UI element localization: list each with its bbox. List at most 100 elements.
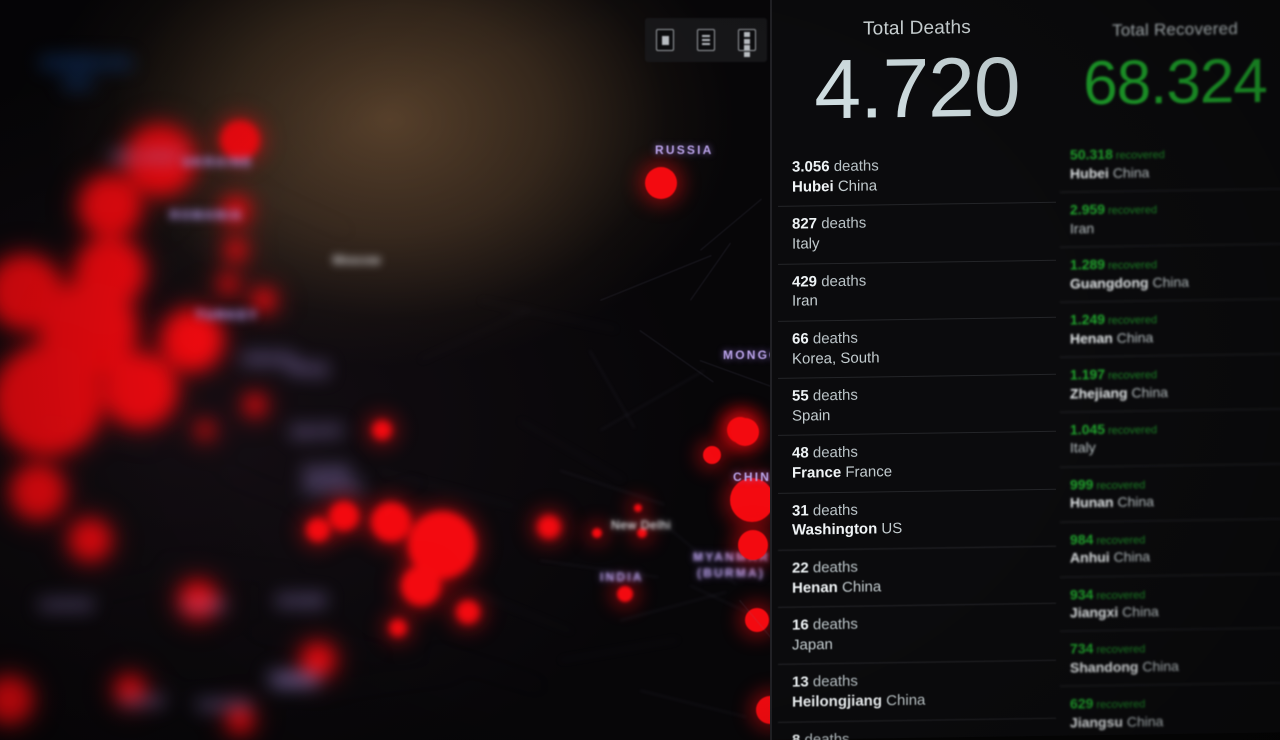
stat-row-location: Hunan China <box>1070 491 1280 512</box>
stat-count-value: 13 <box>792 673 809 691</box>
stat-row-location: Jiangsu China <box>1070 710 1280 731</box>
stat-region-name: Iran <box>1070 219 1095 237</box>
stat-count-unit: recovered <box>1112 149 1165 162</box>
map-view-toolbar[interactable] <box>645 18 767 62</box>
map-case-bubble[interactable] <box>645 167 677 199</box>
stat-row-location: Anhui China <box>1070 546 1280 567</box>
stat-row[interactable]: 1.289 recovered Guangdong China <box>1060 243 1280 302</box>
stat-row-location: Henan China <box>792 574 1056 597</box>
stat-region-name: Spain <box>792 406 831 425</box>
stat-row[interactable]: 31 deaths Washington US <box>778 488 1056 550</box>
stat-row[interactable]: 1.249 recovered Henan China <box>1060 298 1280 357</box>
stat-count-value: 1.045 <box>1070 420 1106 438</box>
stat-row[interactable]: 3.056 deaths Hubei China <box>778 146 1056 206</box>
stat-row-location: Washington US <box>792 517 1056 540</box>
stat-region-name: France <box>792 463 842 482</box>
total-deaths-value: 4.720 <box>814 39 1020 137</box>
list-panel-icon[interactable] <box>696 29 715 51</box>
stat-region-name: Hunan <box>1070 494 1114 511</box>
stat-count-unit: deaths <box>808 443 858 462</box>
stat-row[interactable]: 8 deaths <box>778 717 1056 740</box>
stat-row-location: Shandong China <box>1070 655 1280 676</box>
stat-count-unit: deaths <box>800 730 850 740</box>
map-case-bubble[interactable] <box>703 446 721 464</box>
stat-country-name: China <box>1127 383 1169 401</box>
recovered-list[interactable]: 50.318 recovered Hubei China 2.959 recover… <box>1060 134 1280 740</box>
stat-count-value: 66 <box>792 330 809 348</box>
stat-count-unit: recovered <box>1105 369 1158 382</box>
stat-row[interactable]: 429 deaths Iran <box>778 259 1056 321</box>
map-case-bubble[interactable] <box>731 418 759 446</box>
stat-row[interactable]: 66 deaths Korea, South <box>778 316 1056 378</box>
stat-country-name: US <box>877 520 903 538</box>
stat-count-unit: deaths <box>808 386 858 405</box>
stat-row[interactable]: 48 deaths France France <box>778 431 1056 493</box>
stat-row[interactable]: 1.197 recovered Zhejiang China <box>1060 353 1280 412</box>
stat-row[interactable]: 1.045 recovered Italy <box>1060 407 1280 467</box>
stat-country-name: China <box>837 577 882 596</box>
stat-count-unit: recovered <box>1093 479 1146 492</box>
stat-row[interactable]: 734 recovered Shandong China <box>1060 627 1280 687</box>
stat-region-name: Hubei <box>792 177 834 196</box>
total-deaths-title: Total Deaths <box>862 17 971 40</box>
single-panel-icon[interactable] <box>656 29 675 51</box>
stat-row-location: Henan China <box>1070 326 1280 347</box>
deaths-list[interactable]: 3.056 deaths Hubei China 827 deaths Italy 42… <box>778 146 1056 740</box>
stat-row[interactable]: 55 deaths Spain <box>778 373 1056 436</box>
stat-count-unit: recovered <box>1093 588 1146 602</box>
total-deaths-column: Total Deaths 4.720 3.056 deaths Hubei Chi… <box>778 0 1056 740</box>
stat-row[interactable]: 629 recovered Jiangsu China <box>1060 682 1280 740</box>
stat-row-location: Hubei China <box>792 174 1056 197</box>
total-recovered-value: 68.324 <box>1083 46 1267 119</box>
stat-region-name: Washington <box>792 520 878 539</box>
map-border-line <box>639 330 714 383</box>
map-case-bubble[interactable] <box>738 530 768 560</box>
stat-count-unit: deaths <box>808 329 858 348</box>
stat-row[interactable]: 934 recovered Jiangxi China <box>1060 572 1280 632</box>
stat-count-value: 22 <box>792 559 809 577</box>
stat-row[interactable]: 999 recovered Hunan China <box>1060 462 1280 522</box>
stat-count-unit: recovered <box>1105 204 1158 217</box>
map-border-line <box>690 242 731 301</box>
stat-region-name: Iran <box>792 292 818 310</box>
stat-region-name: Henan <box>792 578 838 597</box>
stat-region-name: Jiangsu <box>1070 713 1123 731</box>
stat-row[interactable]: 16 deaths Japan <box>778 602 1056 665</box>
stat-region-name: Shandong <box>1070 658 1139 676</box>
stat-country-name: China <box>1108 164 1150 181</box>
stat-row[interactable]: 2.959 recovered Iran <box>1060 188 1280 247</box>
stat-row[interactable]: 984 recovered Anhui China <box>1060 517 1280 577</box>
stat-row-location: Zhejiang China <box>1070 381 1280 402</box>
stat-region-name: Hubei <box>1070 164 1109 182</box>
map-case-bubble[interactable] <box>730 478 774 522</box>
stat-row-location: Korea, South <box>792 345 1056 368</box>
grid-panel-icon[interactable] <box>737 29 756 57</box>
stat-row-location: Heilongjiang China <box>792 689 1056 712</box>
stat-count-unit: deaths <box>817 272 867 290</box>
stat-count-value: 50.318 <box>1070 145 1113 163</box>
stat-count-unit: deaths <box>808 672 858 691</box>
stat-region-name: Italy <box>1070 439 1096 456</box>
stat-country-name: China <box>882 691 926 710</box>
stat-region-name: Jiangxi <box>1070 604 1119 621</box>
stat-row-location: Iran <box>792 288 1056 311</box>
stat-region-name: Anhui <box>1070 549 1110 566</box>
stat-row-location: Guangdong China <box>1070 271 1280 292</box>
stat-row-location: Spain <box>792 403 1056 426</box>
stat-count-unit: deaths <box>829 157 879 176</box>
total-recovered-title: Total Recovered <box>1112 19 1238 40</box>
stat-row[interactable]: 827 deaths Italy <box>778 202 1056 264</box>
stat-row[interactable]: 22 deaths Henan China <box>778 545 1056 607</box>
stat-row-location: Italy <box>792 231 1056 254</box>
stat-region-name: Italy <box>792 235 820 253</box>
stat-count-value: 984 <box>1070 530 1094 548</box>
stat-count-unit: recovered <box>1093 533 1146 547</box>
map-label-russia: RUSSIA <box>655 143 714 157</box>
stat-row[interactable]: 13 deaths Heilongjiang China <box>778 660 1056 722</box>
stat-country-name: China <box>1118 603 1159 621</box>
stat-count-value: 999 <box>1070 475 1094 493</box>
world-map-panel[interactable]: BELARUS ISRAEL IRAQ EGYPT SAUDI ARABIA SUDAN CH… <box>0 0 800 740</box>
stat-count-unit: recovered <box>1105 314 1158 327</box>
stat-row[interactable]: 50.318 recovered Hubei China <box>1060 134 1280 191</box>
stat-country-name: China <box>1122 713 1164 730</box>
